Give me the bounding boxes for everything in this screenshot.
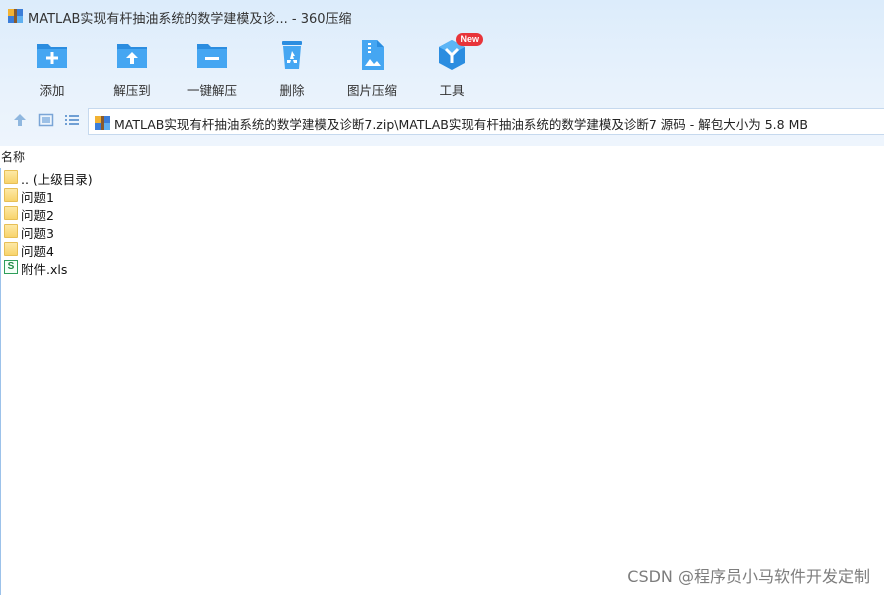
list-item-folder[interactable]: 问题4 [0, 240, 884, 259]
column-name-header[interactable]: 名称 [1, 148, 25, 165]
recycle-bin-icon [282, 41, 302, 69]
folder-icon [4, 206, 18, 220]
file-name: 附件.xls [21, 262, 68, 277]
folder-extract-icon [117, 44, 147, 68]
image-compress-label: 图片压缩 [346, 83, 397, 98]
address-path: MATLAB实现有杆抽油系统的数学建模及诊断7.zip\MATLAB实现有杆抽油… [114, 117, 808, 132]
list-item-folder[interactable]: 问题1 [0, 186, 884, 205]
folder-icon [4, 188, 18, 202]
folder-icon [4, 242, 18, 256]
up-arrow-icon[interactable] [12, 112, 28, 128]
address-bar[interactable]: MATLAB实现有杆抽油系统的数学建模及诊断7.zip\MATLAB实现有杆抽油… [88, 108, 884, 135]
tools-icon-wrap: New [435, 33, 483, 72]
watermark: CSDN @程序员小马软件开发定制 [627, 567, 870, 586]
image-compress-icon [362, 40, 384, 70]
list-view-icon[interactable] [64, 112, 80, 128]
add-label: 添加 [39, 83, 65, 98]
title-bar: MATLAB实现有杆抽油系统的数学建模及诊... - 360压缩 [0, 0, 884, 34]
delete-label: 删除 [279, 83, 305, 98]
folder-icon [4, 170, 18, 184]
list-item-file[interactable]: S 附件.xls [0, 258, 884, 277]
tools-label: 工具 [439, 83, 465, 98]
image-compress-button[interactable]: 图片压缩 [332, 36, 412, 100]
toolbar: 添加 解压到 一键解压 删除 图片压缩 New 工具 [0, 33, 884, 100]
add-button[interactable]: 添加 [12, 36, 92, 100]
window-title: MATLAB实现有杆抽油系统的数学建模及诊... - 360压缩 [28, 12, 352, 27]
folder-add-icon [37, 44, 67, 68]
folder-minus-icon [197, 44, 227, 68]
one-click-extract-label: 一键解压 [186, 83, 237, 98]
list-item-folder[interactable]: 问题2 [0, 204, 884, 223]
list-item-folder[interactable]: 问题3 [0, 222, 884, 241]
tools-button[interactable]: New 工具 [412, 33, 492, 100]
address-row: MATLAB实现有杆抽油系统的数学建模及诊断7.zip\MATLAB实现有杆抽油… [0, 106, 884, 136]
extract-to-button[interactable]: 解压到 [92, 36, 172, 100]
delete-button[interactable]: 删除 [252, 36, 332, 100]
thumbnail-view-icon[interactable] [38, 112, 54, 128]
archive-app-icon [8, 9, 23, 23]
spreadsheet-icon: S [4, 260, 18, 274]
file-list: .. (上级目录) 问题1 问题2 问题3 问题4 S 附件.xls [0, 168, 884, 277]
window-header: MATLAB实现有杆抽油系统的数学建模及诊... - 360压缩 添加 解压到 [0, 0, 884, 146]
folder-icon [4, 224, 18, 238]
archive-file-icon [95, 116, 110, 130]
new-badge: New [456, 33, 483, 46]
column-header: 名称 [0, 146, 884, 168]
list-item-parent-dir[interactable]: .. (上级目录) [0, 168, 884, 187]
one-click-extract-button[interactable]: 一键解压 [172, 36, 252, 100]
extract-to-label: 解压到 [113, 83, 151, 98]
